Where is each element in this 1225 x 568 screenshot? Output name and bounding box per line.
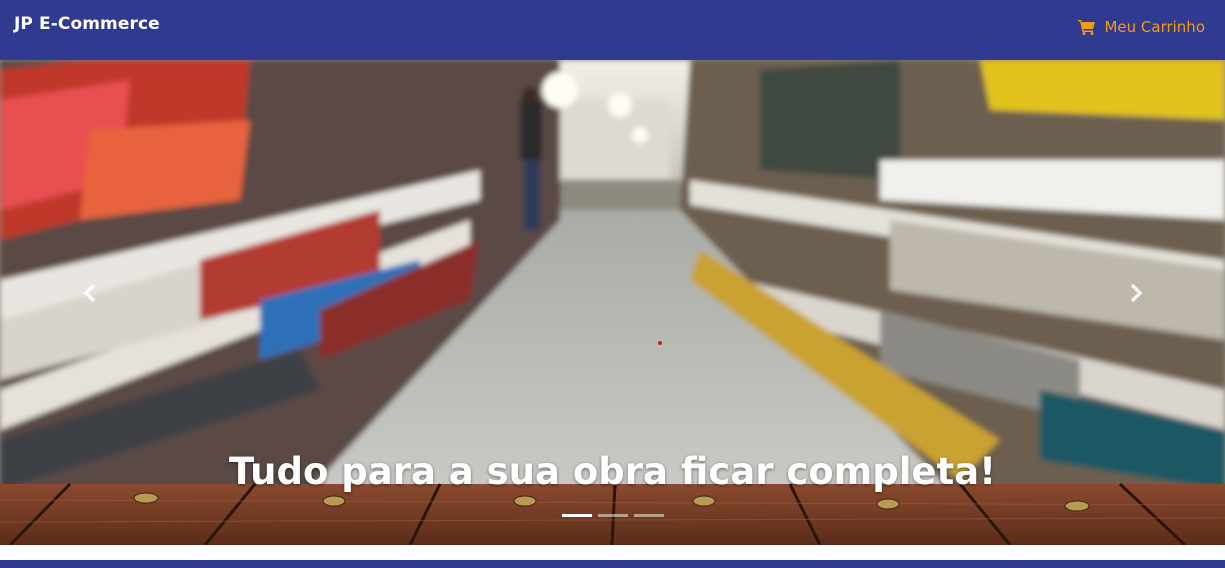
carousel-indicator-2[interactable] (597, 514, 628, 517)
carousel-indicators (0, 514, 1225, 517)
hero-carousel: Tudo para a sua obra ficar completa! (0, 60, 1225, 545)
shopping-cart-icon (1078, 20, 1096, 35)
cart-link[interactable]: Meu Carrinho (1078, 18, 1205, 36)
brand-link[interactable]: JP E-Commerce (14, 14, 160, 34)
carousel-indicator-1[interactable] (561, 514, 592, 517)
chevron-right-icon (1130, 283, 1143, 303)
navbar: JP E-Commerce Meu Carrinho (0, 0, 1225, 60)
carousel-next-button[interactable] (1121, 278, 1151, 308)
cart-label: Meu Carrinho (1104, 18, 1205, 36)
chevron-left-icon (83, 283, 96, 303)
carousel-indicator-3[interactable] (633, 514, 664, 517)
carousel-caption: Tudo para a sua obra ficar completa! (228, 450, 997, 493)
section-divider (0, 560, 1225, 568)
carousel-prev-button[interactable] (75, 278, 105, 308)
